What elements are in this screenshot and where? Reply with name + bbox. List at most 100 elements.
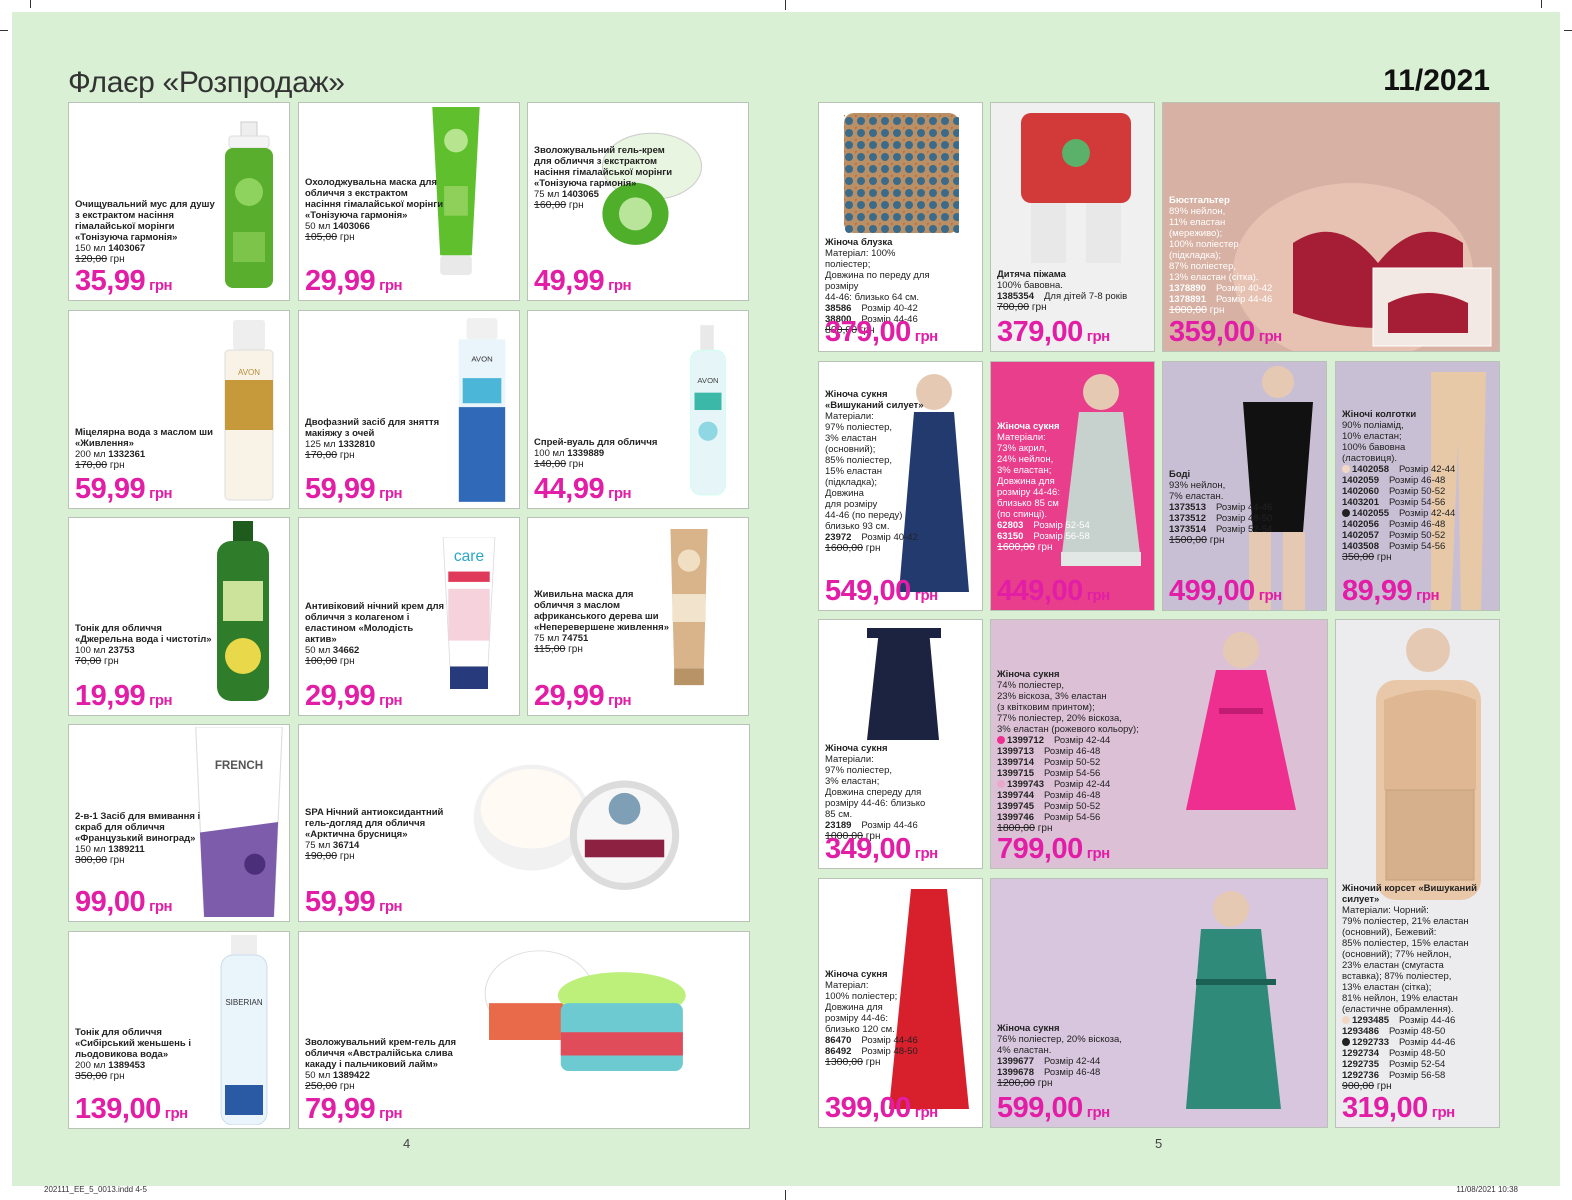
currency: грн [1374,552,1392,563]
old-price: 700,00 грн [997,302,1107,314]
apparel-card[interactable]: Жіноча сукня 76% поліестер, 20% віскоза, 4… [990,878,1328,1128]
product-code: 1339889 [567,448,605,459]
apparel-card[interactable]: Жіноча сукня Матеріали: 97% поліестер, 3% е… [818,619,983,869]
currency: грн [608,485,632,502]
product-name: Жіноча сукня [997,669,1060,680]
apparel-card[interactable]: Жіночі колготки 90% поліамід, 10% еластан;… [1335,361,1500,611]
apparel-card[interactable]: Жіноча сукня «Вишуканий силует» Матеріали… [818,361,983,611]
price-value: 549,00 [825,575,911,607]
material-line: (основний), Бежевий: [1342,927,1437,938]
product-card[interactable]: AVON Міцелярна вода з маслом ши «Живлення… [68,310,290,509]
material-line: 23% віскоза, 3% еластан [997,691,1107,702]
old-price: 1500,00 грн [1169,535,1279,547]
sale-price: 349,00 грн [825,833,938,866]
old-price: 105,00 грн [305,232,445,244]
product-card[interactable]: Охолоджувальна маска для обличчя з екстр… [298,102,520,301]
currency: грн [379,1105,403,1122]
sale-price: 89,99 грн [1342,575,1440,608]
material-line: Матеріали: [825,411,874,422]
size-label: Розмір 40-42 [1215,283,1273,294]
color-swatch [997,736,1005,744]
product-card[interactable]: AVON Спрей-вуаль для обличчя 100 мл 133988… [527,310,749,509]
product-name: 2-в-1 Засіб для вмивання і скраб для обл… [75,811,201,844]
old-price-value: 190,00 [305,850,338,862]
product-card[interactable]: SPA Нічний антиоксидантний гель-догляд д… [298,724,750,922]
currency: грн [862,1057,881,1068]
apparel-card[interactable]: Жіночий корсет «Вишуканий силует» Матеріа… [1335,619,1500,1128]
product-info: Боді 93% нейлон, 7% еластан. 1373513 Розмір … [1169,469,1279,546]
product-code: 74751 [561,633,589,644]
material-line: 100% поліестер [1169,239,1239,250]
price-value: 59,99 [75,473,146,505]
price-value: 449,00 [997,575,1083,607]
product-card[interactable]: care Антивіковий нічний крем для обличчя … [298,517,520,716]
apparel-card[interactable]: Бюстгальтер 89% нейлон, 11% еластан (мережи… [1162,102,1500,352]
product-card[interactable]: Зволожувальний крем-гель для обличчя «Ав… [298,931,750,1129]
currency: грн [1086,328,1110,345]
material-line: 81% нейлон, 19% еластан [1342,993,1458,1004]
product-info: Жіноча сукня 76% поліестер, 20% віскоза, 4… [997,1023,1167,1089]
currency: грн [149,485,173,502]
old-price: 350,00 грн [75,1071,215,1083]
old-price: 140,00 грн [534,459,674,471]
old-price-value: 350,00 [1342,551,1375,563]
size-label: Розмір 48-50 [1388,1048,1446,1059]
product-code: 1292733 [1352,1037,1389,1048]
size-label: Розмір 40-42 [861,532,918,543]
currency: грн [1034,542,1053,553]
product-code: 86470 [825,1035,852,1046]
product-info: Жіноча сукня Матеріал: 100% поліестер; Довж… [825,969,935,1068]
product-code: 1399714 [997,757,1034,768]
material-line: 100% бавовна. [997,280,1063,291]
svg-text:AVON: AVON [471,355,492,364]
old-price: 1200,00 грн [997,1078,1167,1090]
currency: грн [107,855,125,866]
apparel-card[interactable]: Жіноча блузка Матеріал: 100% поліестер; До… [818,102,983,352]
currency: грн [914,1104,938,1121]
product-code: 1293486 [1342,1026,1379,1037]
issue-number: 11/2021 [1383,64,1490,97]
material-line: 10% еластан; [1342,431,1402,442]
product-photo [991,103,1154,351]
sale-price: 59,99 грн [75,473,173,506]
size-label: Розмір 54-56 [1388,497,1446,508]
apparel-card[interactable]: Жіноча сукня Матеріали: 73% акрил, 24% нейл… [990,361,1155,611]
variant-row: 62803 Розмір 52-54 [997,520,1107,531]
material-line: 74% поліестер, [997,680,1065,691]
product-card[interactable]: SIBERIAN Тонік для обличчя «Сибірський же… [68,931,290,1129]
product-image: AVON [219,317,279,503]
currency: грн [608,277,632,294]
svg-text:AVON: AVON [697,376,718,385]
apparel-card[interactable]: Жіноча сукня Матеріал: 100% поліестер; Довж… [818,878,983,1128]
currency: грн [914,845,938,862]
size-label: Розмір 44-46 [1398,1037,1456,1048]
product-code: 23753 [108,645,135,656]
material-line: 93% нейлон, [1169,480,1226,491]
old-price-value: 115,00 [534,643,566,655]
product-card[interactable]: AVON Двофазний засіб для зняття макіяжу з… [298,310,520,509]
product-info: Очищувальний мус для душу з екстрактом н… [75,199,215,265]
product-card[interactable]: Очищувальний мус для душу з екстрактом н… [68,102,290,301]
material-line: (мереживо); [1169,228,1223,239]
apparel-card[interactable]: Дитяча піжама 100% бавовна. 1385354 Для діт… [990,102,1155,352]
old-price-value: 100,00 [305,655,338,667]
product-info: Дитяча піжама 100% бавовна. 1385354 Для діт… [997,269,1127,314]
apparel-card[interactable]: Жіноча сукня 74% поліестер, 23% віскоза, 3… [990,619,1328,869]
variant-row: 1402060 Розмір 50-52 [1342,486,1452,497]
product-card[interactable]: FRENCH 2-в-1 Засіб для вмивання і скраб д… [68,724,290,922]
sale-price: 379,00 грн [825,316,938,349]
material-line: розміру 44-46: близько 85 см. [825,798,926,820]
product-card[interactable]: Зволожувальний гель-крем для обличчя з е… [527,102,749,301]
product-code: 1403067 [108,243,146,254]
apparel-card[interactable]: Боді 93% нейлон, 7% еластан. 1373513 Розмір … [1162,361,1327,611]
product-info: Жіноча сукня Матеріали: 97% поліестер, 3% е… [825,743,935,842]
product-info: Міцелярна вода з маслом ши «Живлення» 200… [75,427,215,471]
size-label: Розмір 42-44 [1053,779,1111,790]
material-line: Довжина [825,488,864,499]
variant-row: 1399743 Розмір 42-44 [997,779,1167,790]
product-image: AVON [453,317,511,503]
price-value: 399,00 [825,1092,911,1124]
product-card[interactable]: Тонік для обличчя «Джерельна вода і чист… [68,517,290,716]
product-card[interactable]: Живильна маска для обличчя з маслом афри… [527,517,749,716]
old-price: 1300,00 грн [825,1057,935,1069]
